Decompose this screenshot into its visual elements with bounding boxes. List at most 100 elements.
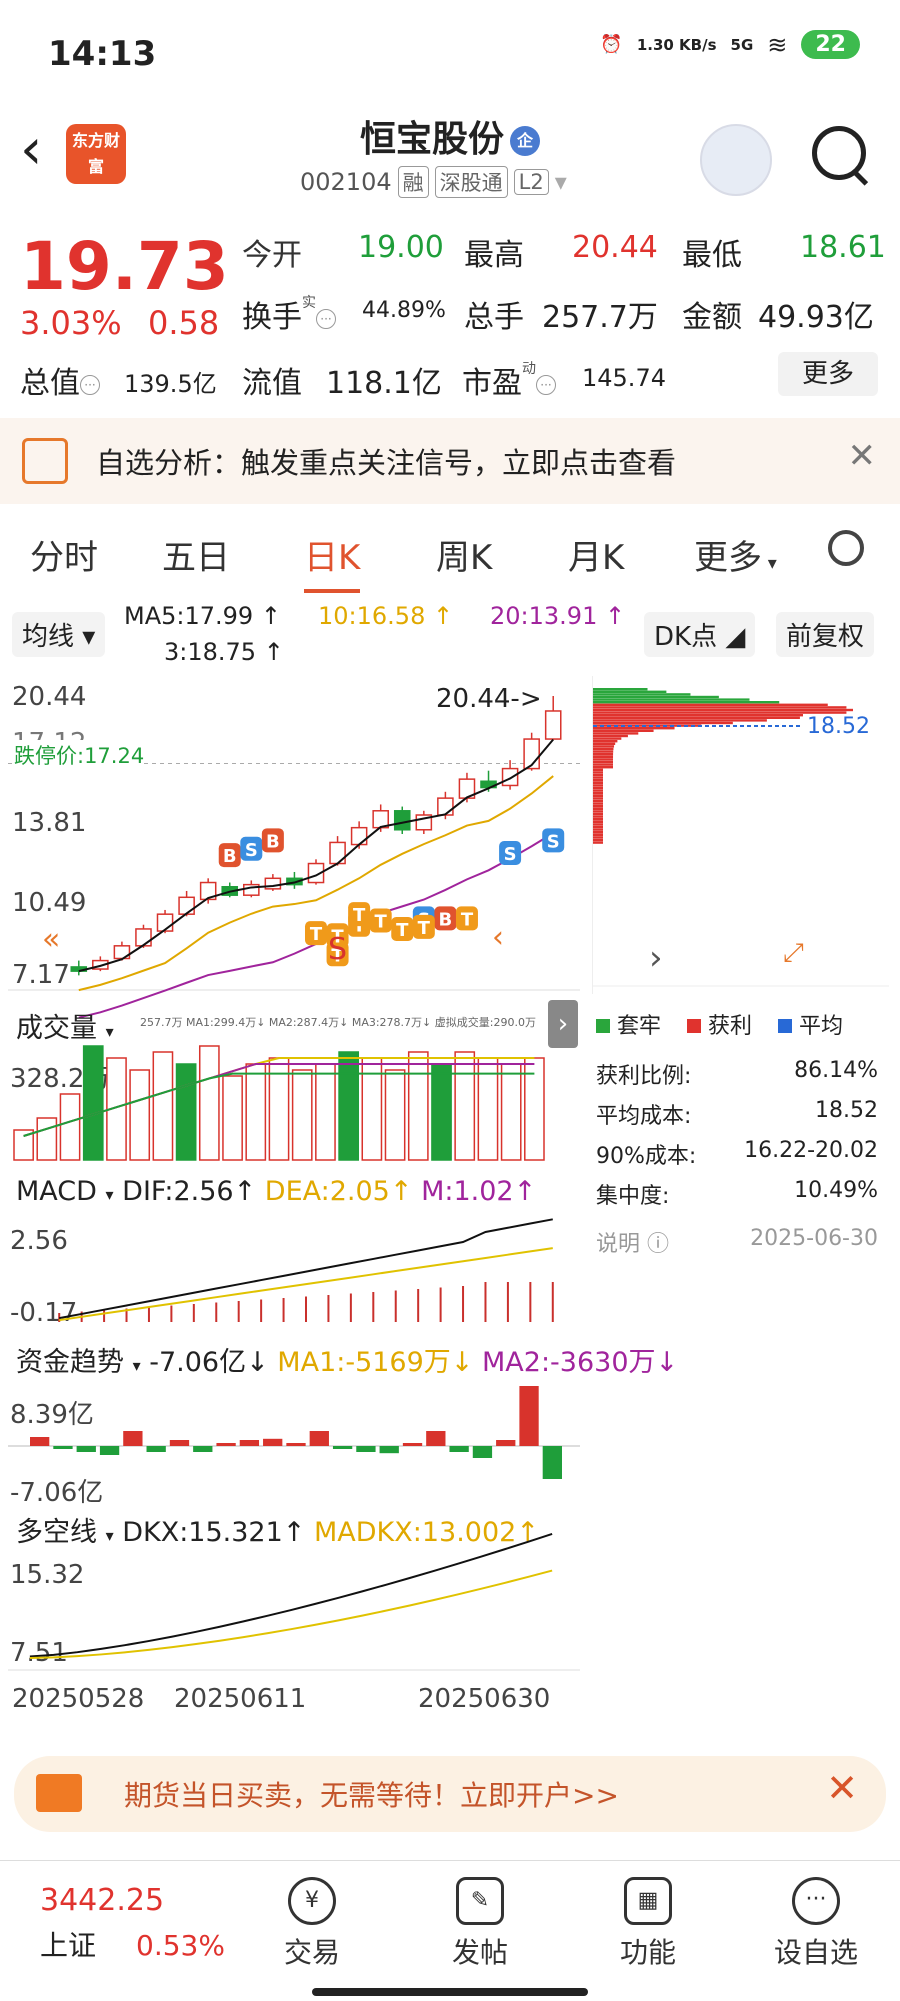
- index-pct: 0.53%: [136, 1929, 225, 1962]
- fund-bar: [216, 1443, 236, 1446]
- scroll-left-icon[interactable]: «: [42, 922, 60, 957]
- chip-bar: [593, 698, 750, 701]
- prev-icon[interactable]: ‹: [492, 920, 504, 955]
- stock-header: ‹ 东方财富 恒宝股份企 002104 融 深股通 L2 ▾: [0, 110, 900, 215]
- collapse-panel-button[interactable]: ›: [548, 1000, 578, 1048]
- amount-value: 49.93亿: [758, 300, 874, 335]
- chip-bar: [593, 815, 603, 818]
- chip-bar: [593, 732, 639, 735]
- chevron-right-icon[interactable]: ›: [649, 938, 663, 978]
- fund-bar: [309, 1431, 329, 1446]
- chevron-down-icon[interactable]: ▾: [555, 168, 567, 196]
- macd-panel[interactable]: MACD ▾ DIF:2.56↑ DEA:2.05↑ M:1.02↑ 2.56 …: [8, 1172, 580, 1332]
- signal-letter: S: [547, 831, 560, 852]
- chip-bar: [593, 708, 853, 712]
- legend-average: 平均: [778, 1008, 843, 1040]
- volume-bar: [152, 1051, 174, 1161]
- chip-row-concentration: 集中度: 10.49%: [596, 1178, 878, 1209]
- close-icon[interactable]: ✕: [848, 436, 877, 476]
- chip-bar: [593, 833, 603, 836]
- tag-margin: 融: [397, 166, 429, 198]
- chip-bar: [593, 766, 614, 769]
- chip-distribution[interactable]: 18.52 › ⤢: [592, 676, 889, 994]
- gear-icon[interactable]: [828, 530, 864, 566]
- candle-body: [544, 710, 562, 740]
- fund-bar: [53, 1446, 73, 1449]
- dk-svg: [8, 1533, 580, 1671]
- chip-bar: [593, 838, 603, 842]
- chip-avg-label: 18.52: [803, 714, 874, 739]
- signal-letter: T: [418, 918, 431, 939]
- nav-trade[interactable]: ¥ 交易: [252, 1861, 372, 1971]
- tab-weekly-k[interactable]: 周K: [436, 530, 492, 579]
- y-label-top: 20.44: [12, 682, 87, 712]
- signal-letter: B: [223, 846, 237, 867]
- chip-bar: [593, 703, 828, 706]
- dk-point-button[interactable]: DK点 ◢: [644, 612, 756, 657]
- volume-bar: [454, 1051, 476, 1161]
- chip-bar: [593, 797, 603, 800]
- futures-ad-banner[interactable]: 期货当日买卖，无需等待！立即开户>> ✕: [14, 1756, 886, 1832]
- candle-body: [329, 841, 346, 865]
- expand-icon[interactable]: ⤢: [783, 938, 804, 969]
- chip-bar: [593, 740, 618, 743]
- chip-bar: [593, 836, 603, 839]
- wifi-icon: ≋: [767, 30, 788, 59]
- nav-post[interactable]: ✎ 发帖: [420, 1861, 540, 1971]
- search-icon[interactable]: [812, 126, 866, 180]
- chip-bar: [593, 693, 691, 696]
- tab-five-day[interactable]: 五日: [162, 530, 230, 579]
- ma5-value: MA5:17.99 ↑: [124, 602, 281, 630]
- fund-trend-panel[interactable]: 资金趋势 ▾ -7.06亿↓ MA1:-5169万↓ MA2:-3630万↓ 8…: [8, 1336, 678, 1508]
- speaker-icon: [22, 438, 68, 484]
- volume-bar: [59, 1093, 81, 1161]
- macd-svg: [58, 1218, 554, 1322]
- volume-bar: [500, 1063, 522, 1161]
- fund-bar: [402, 1443, 423, 1446]
- analysis-text: 自选分析：触发重点关注信号，立即点击查看: [96, 446, 677, 480]
- fund-bar: [76, 1446, 96, 1452]
- chip-bar: [593, 719, 767, 722]
- signal-letter: T: [375, 912, 388, 933]
- adjust-mode-button[interactable]: 前复权: [776, 612, 875, 657]
- stock-name: 恒宝股份: [359, 119, 504, 160]
- chip-bar: [593, 755, 614, 758]
- candle-body: [501, 767, 519, 787]
- chip-note[interactable]: 说明 ⓘ: [596, 1226, 669, 1258]
- tab-more[interactable]: 更多 ▾: [694, 530, 777, 579]
- chip-bar: [593, 742, 616, 745]
- grid-icon: ▦: [624, 1877, 672, 1925]
- tab-intraday[interactable]: 分时: [30, 530, 98, 579]
- float-value: 118.1亿: [326, 366, 442, 401]
- s-mark: S: [328, 932, 348, 967]
- nav-add-watchlist[interactable]: ··· 设自选: [756, 1861, 876, 1971]
- chip-bar: [593, 776, 603, 779]
- ad-text: 期货当日买卖，无需等待！立即开户>>: [124, 1779, 619, 1812]
- chip-date: 2025-06-30: [750, 1226, 878, 1251]
- kline-chart[interactable]: BSBSBTSTTTTTTTTS 20.44 17.12 跌停价:17.24 1…: [8, 676, 580, 1019]
- volume-panel[interactable]: 成交量 ▾ 257.7万 MA1:299.4万↓ MA2:287.4万↓ MA3…: [8, 1000, 548, 1166]
- pe-value: 145.74: [582, 364, 666, 392]
- more-button[interactable]: 更多: [778, 352, 878, 396]
- ma-selector[interactable]: 均线 ▾: [12, 612, 106, 657]
- close-icon[interactable]: ✕: [826, 1766, 858, 1810]
- nav-functions[interactable]: ▦ 功能: [588, 1861, 708, 1971]
- chip-bar: [593, 812, 603, 816]
- chip-bar: [593, 706, 847, 709]
- volume-value: 257.7万: [542, 300, 658, 335]
- ma-bar: 均线 ▾ MA5:17.99 ↑ 10:16.58 ↑ 20:13.91 ↑ 3…: [0, 598, 900, 678]
- volume-bar: [36, 1117, 58, 1161]
- fund-bar: [496, 1440, 516, 1446]
- tab-daily-k[interactable]: 日K: [304, 530, 361, 593]
- dk-line-panel[interactable]: 多空线 ▾ DKX:15.321↑ MADKX:13.002↑ 15.32 7.…: [8, 1506, 580, 1674]
- change-amount: 0.58: [148, 304, 220, 342]
- robot-assistant-icon[interactable]: [700, 124, 772, 196]
- index-ticker[interactable]: 3442.25 上证 0.53%: [40, 1883, 225, 1964]
- volume-bar: [129, 1069, 151, 1161]
- analysis-banner[interactable]: 自选分析：触发重点关注信号，立即点击查看 ✕: [0, 418, 900, 504]
- tab-monthly-k[interactable]: 月K: [568, 530, 624, 579]
- candle-body: [178, 896, 195, 915]
- fund-bar: [146, 1446, 166, 1452]
- chip-bar: [593, 758, 614, 761]
- turnover-label: 换手实···: [242, 292, 336, 336]
